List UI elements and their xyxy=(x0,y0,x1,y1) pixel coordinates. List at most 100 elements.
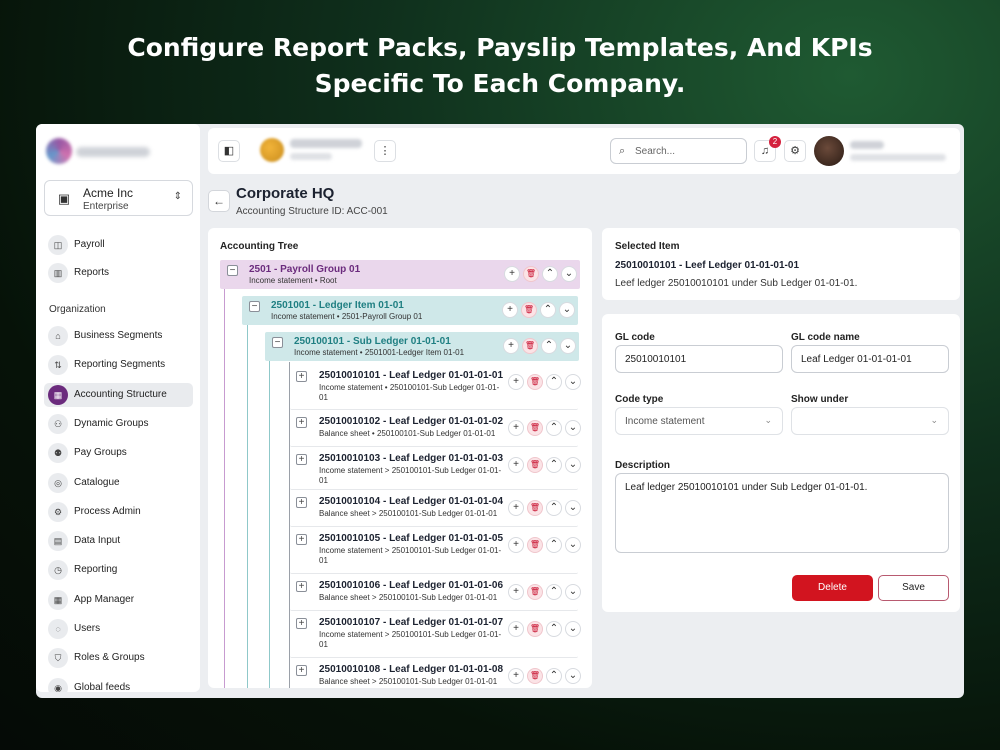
move-down-button[interactable]: ⌄ xyxy=(565,420,581,436)
move-down-button[interactable]: ⌄ xyxy=(561,266,577,282)
expand-icon[interactable]: + xyxy=(296,581,307,592)
tree-leaf-node[interactable]: +25010010101 - Leaf Ledger 01-01-01-01 In… xyxy=(290,366,581,410)
sidebar-item-dynamic-groups[interactable]: ⚇ Dynamic Groups xyxy=(44,412,193,436)
delete-node-button[interactable]: 🗑 xyxy=(521,302,537,318)
sidebar-item-payroll[interactable]: ◫ Payroll xyxy=(44,233,193,257)
tree-leaf-node[interactable]: +25010010103 - Leaf Ledger 01-01-01-03 In… xyxy=(290,449,581,490)
tree-leaf-node[interactable]: +25010010108 - Leaf Ledger 01-01-01-08 Ba… xyxy=(290,660,581,688)
move-up-button[interactable]: ⌃ xyxy=(540,302,556,318)
sidebar-item-data-input[interactable]: ▤ Data Input xyxy=(44,529,193,553)
tree-node-level-2[interactable]: −250100101 - Sub Ledger 01-01-01 Income s… xyxy=(265,332,579,361)
delete-button[interactable]: Delete xyxy=(792,575,873,601)
move-down-button[interactable]: ⌄ xyxy=(565,621,581,637)
sidebar-toggle-button[interactable]: ◧ xyxy=(218,140,240,162)
add-button[interactable]: + xyxy=(508,457,524,473)
back-button[interactable]: ← xyxy=(208,190,230,212)
tree-leaf-node[interactable]: +25010010106 - Leaf Ledger 01-01-01-06 Ba… xyxy=(290,576,581,611)
move-down-button[interactable]: ⌄ xyxy=(565,584,581,600)
move-down-button[interactable]: ⌄ xyxy=(559,302,575,318)
move-down-button[interactable]: ⌄ xyxy=(565,500,581,516)
delete-node-button[interactable]: 🗑 xyxy=(527,584,543,600)
search-input[interactable]: ⌕ Search... xyxy=(610,138,747,164)
tree-leaf-node[interactable]: +25010010102 - Leaf Ledger 01-01-01-02 Ba… xyxy=(290,412,581,447)
settings-button[interactable]: ⚙ xyxy=(784,140,806,162)
add-button[interactable]: + xyxy=(508,584,524,600)
trash-icon: 🗑 xyxy=(529,423,541,432)
delete-node-button[interactable]: 🗑 xyxy=(523,266,539,282)
gl-code-field[interactable]: 25010010101 xyxy=(615,345,783,373)
sidebar-item-pay-groups[interactable]: ⚉ Pay Groups xyxy=(44,441,193,465)
move-up-button[interactable]: ⌃ xyxy=(541,338,557,354)
add-button[interactable]: + xyxy=(504,266,520,282)
code-type-select[interactable]: Income statement ⌄ xyxy=(615,407,783,435)
move-down-button[interactable]: ⌄ xyxy=(565,374,581,390)
sidebar-item-accounting-structure[interactable]: ▦ Accounting Structure xyxy=(44,382,193,407)
move-up-button[interactable]: ⌃ xyxy=(542,266,558,282)
move-up-button[interactable]: ⌃ xyxy=(546,621,562,637)
move-down-button[interactable]: ⌄ xyxy=(565,457,581,473)
collapse-icon[interactable]: − xyxy=(249,301,260,312)
company-switcher[interactable]: ▣ Acme Inc Enterprise ⇕ xyxy=(44,180,193,216)
add-button[interactable]: + xyxy=(508,621,524,637)
add-button[interactable]: + xyxy=(508,374,524,390)
delete-node-button[interactable]: 🗑 xyxy=(527,668,543,684)
delete-node-button[interactable]: 🗑 xyxy=(527,374,543,390)
collapse-icon[interactable]: − xyxy=(227,265,238,276)
add-button[interactable]: + xyxy=(508,668,524,684)
expand-icon[interactable]: + xyxy=(296,618,307,629)
move-down-button[interactable]: ⌄ xyxy=(565,668,581,684)
expand-icon[interactable]: + xyxy=(296,534,307,545)
chevron-updown-icon: ⇕ xyxy=(173,191,182,202)
delete-node-button[interactable]: 🗑 xyxy=(527,621,543,637)
tree-leaf-node[interactable]: +25010010107 - Leaf Ledger 01-01-01-07 In… xyxy=(290,613,581,658)
add-button[interactable]: + xyxy=(508,500,524,516)
add-button[interactable]: + xyxy=(502,302,518,318)
move-down-button[interactable]: ⌄ xyxy=(560,338,576,354)
add-button[interactable]: + xyxy=(508,537,524,553)
delete-node-button[interactable]: 🗑 xyxy=(522,338,538,354)
sidebar-item-business-segments[interactable]: ⌂ Business Segments xyxy=(44,324,193,348)
tree-leaf-node[interactable]: +25010010105 - Leaf Ledger 01-01-01-05 In… xyxy=(290,529,581,574)
sidebar-item-reporting[interactable]: ◷ Reporting xyxy=(44,558,193,582)
delete-node-button[interactable]: 🗑 xyxy=(527,537,543,553)
delete-node-button[interactable]: 🗑 xyxy=(527,420,543,436)
more-options-button[interactable]: ⋮ xyxy=(374,140,396,162)
tree-node-level-1[interactable]: −2501001 - Ledger Item 01-01 Income state… xyxy=(242,296,578,325)
user-avatar[interactable] xyxy=(814,136,844,166)
app-logo[interactable] xyxy=(46,138,156,168)
tree-title: Accounting Tree xyxy=(220,241,299,252)
sidebar-item-reporting-segments[interactable]: ⇅ Reporting Segments xyxy=(44,353,193,377)
delete-node-button[interactable]: 🗑 xyxy=(527,500,543,516)
collapse-icon[interactable]: − xyxy=(272,337,283,348)
sidebar-item-app-manager[interactable]: ▦ App Manager xyxy=(44,588,193,612)
move-up-button[interactable]: ⌃ xyxy=(546,537,562,553)
sidebar-item-users[interactable]: ◌ Users xyxy=(44,617,193,641)
show-under-select[interactable]: ⌄ xyxy=(791,407,949,435)
expand-icon[interactable]: + xyxy=(296,454,307,465)
gl-code-name-field[interactable]: Leaf Ledger 01-01-01-01 xyxy=(791,345,949,373)
expand-icon[interactable]: + xyxy=(296,497,307,508)
save-button[interactable]: Save xyxy=(878,575,949,601)
move-up-button[interactable]: ⌃ xyxy=(546,584,562,600)
move-up-button[interactable]: ⌃ xyxy=(546,668,562,684)
expand-icon[interactable]: + xyxy=(296,665,307,676)
delete-node-button[interactable]: 🗑 xyxy=(527,457,543,473)
expand-icon[interactable]: + xyxy=(296,417,307,428)
description-textarea[interactable]: Leaf ledger 25010010101 under Sub Ledger… xyxy=(615,473,949,553)
sidebar-item-roles-and-groups[interactable]: ⛉ Roles & Groups xyxy=(44,646,193,670)
sidebar-item-catalogue[interactable]: ◎ Catalogue xyxy=(44,471,193,495)
tree-leaf-node[interactable]: +25010010104 - Leaf Ledger 01-01-01-04 Ba… xyxy=(290,492,581,527)
tree-node-level-0[interactable]: −2501 - Payroll Group 01 Income statement… xyxy=(220,260,580,289)
notifications-button[interactable]: ♫ 2 xyxy=(754,136,781,162)
add-button[interactable]: + xyxy=(508,420,524,436)
sidebar-item-process-admin[interactable]: ⚙ Process Admin xyxy=(44,500,193,524)
sidebar-item-global-feeds[interactable]: ◉ Global feeds xyxy=(44,676,193,692)
add-button[interactable]: + xyxy=(503,338,519,354)
move-up-button[interactable]: ⌃ xyxy=(546,420,562,436)
move-up-button[interactable]: ⌃ xyxy=(546,374,562,390)
move-down-button[interactable]: ⌄ xyxy=(565,537,581,553)
move-up-button[interactable]: ⌃ xyxy=(546,500,562,516)
sidebar-item-reports[interactable]: ▥ Reports xyxy=(44,261,193,285)
expand-icon[interactable]: + xyxy=(296,371,307,382)
move-up-button[interactable]: ⌃ xyxy=(546,457,562,473)
